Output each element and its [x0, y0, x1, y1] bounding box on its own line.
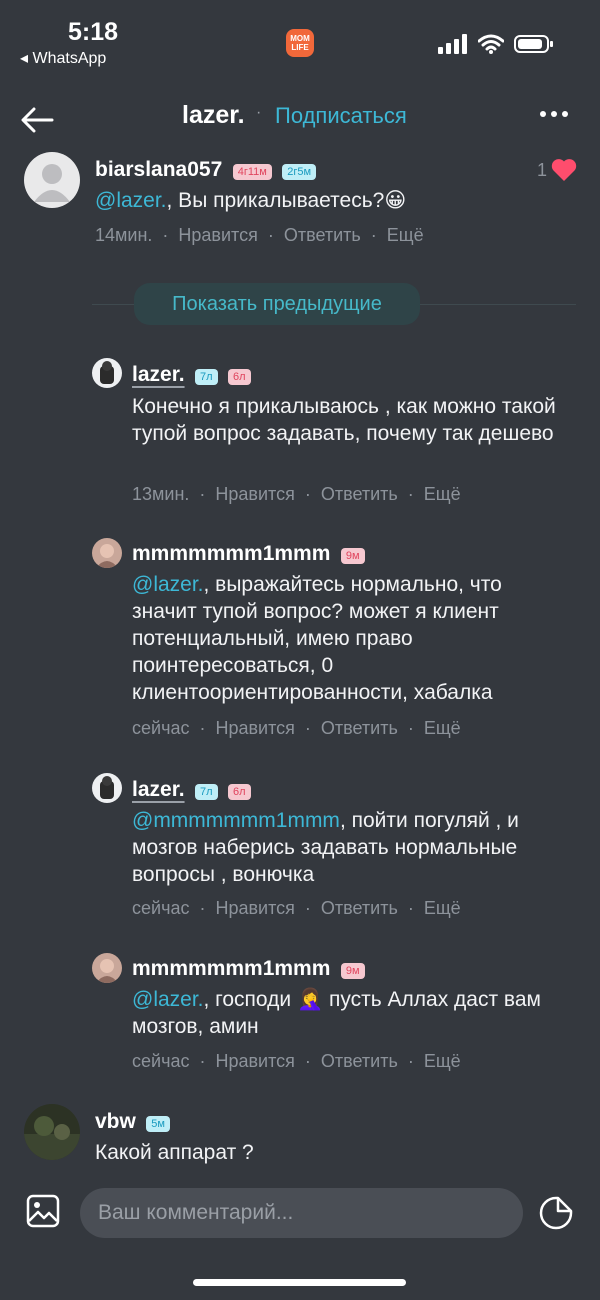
- timestamp: 14мин.: [95, 225, 153, 245]
- avatar[interactable]: [92, 773, 122, 803]
- reply-button[interactable]: Ответить: [284, 225, 361, 245]
- avatar[interactable]: [24, 1104, 80, 1160]
- photo-icon[interactable]: [26, 1194, 60, 1228]
- child-age-badge: 6л: [228, 783, 251, 800]
- child-age-badge: 9м: [340, 547, 365, 564]
- child-age-badge: 7л: [195, 368, 218, 385]
- comment-text: Конечно я прикалываюсь , как можно такой…: [132, 395, 556, 445]
- signal-icon: [438, 34, 467, 54]
- comment-actions: сейчас · Нравится · Ответить · Ещё: [132, 898, 461, 918]
- comment-header: mmmmmmm1mmm 9м: [132, 542, 365, 566]
- comment-input[interactable]: Ваш комментарий...: [80, 1188, 523, 1238]
- page-title: lazer.: [182, 101, 245, 129]
- header-separator: ·: [256, 104, 262, 121]
- like-count: 1: [537, 160, 548, 180]
- back-arrow-icon[interactable]: [18, 100, 58, 140]
- child-age-badge: 6л: [228, 368, 251, 385]
- mention-link[interactable]: @lazer.: [132, 988, 204, 1011]
- child-age-badge: 9м: [340, 962, 365, 979]
- comment-text: Какой аппарат ?: [95, 1141, 254, 1164]
- mention-link[interactable]: @lazer.: [132, 573, 204, 596]
- comment-actions: сейчас · Нравится · Ответить · Ещё: [132, 718, 461, 738]
- child-age-badge: 7л: [195, 783, 218, 800]
- more-options-icon[interactable]: [540, 104, 573, 122]
- avatar[interactable]: [92, 953, 122, 983]
- comment-text: @mmmmmmm1mmm, пойти погуляй , и мозгов н…: [132, 809, 519, 886]
- home-indicator[interactable]: [193, 1279, 406, 1286]
- child-age-badge: 2г5м: [282, 163, 317, 180]
- username[interactable]: mmmmmmm1mmm: [132, 957, 330, 980]
- mention-link[interactable]: @lazer.: [95, 189, 167, 212]
- like-button[interactable]: Нравится: [215, 1051, 294, 1071]
- avatar[interactable]: [92, 358, 122, 388]
- more-button[interactable]: Ещё: [424, 484, 461, 504]
- timestamp: сейчас: [132, 1051, 190, 1071]
- app-badge-icon: MOM LIFE: [286, 29, 314, 57]
- heart-icon[interactable]: [551, 158, 577, 182]
- username[interactable]: lazer.: [132, 778, 185, 801]
- comment-text: @lazer., выражайтесь нормально, что знач…: [132, 573, 502, 704]
- child-age-badge: 4г11м: [232, 163, 272, 180]
- comment-header: mmmmmmm1mmm 9м: [132, 957, 365, 981]
- reply-button[interactable]: Ответить: [321, 1051, 398, 1071]
- battery-icon: [514, 35, 553, 53]
- subscribe-button[interactable]: Подписаться: [275, 103, 407, 129]
- more-button[interactable]: Ещё: [424, 898, 461, 918]
- comment-header: lazer. 7л 6л: [132, 778, 251, 802]
- comment-header: vbw 5м: [95, 1110, 170, 1134]
- username[interactable]: vbw: [95, 1110, 136, 1133]
- username[interactable]: lazer.: [132, 363, 185, 386]
- more-button[interactable]: Ещё: [387, 225, 424, 245]
- timestamp: 13мин.: [132, 484, 190, 504]
- like-button[interactable]: Нравится: [215, 718, 294, 738]
- reply-button[interactable]: Ответить: [321, 484, 398, 504]
- reply-button[interactable]: Ответить: [321, 898, 398, 918]
- timestamp: сейчас: [132, 898, 190, 918]
- status-icons: [438, 34, 554, 54]
- emoji: 😀: [384, 189, 407, 212]
- more-button[interactable]: Ещё: [424, 1051, 461, 1071]
- comment-actions: 13мин. · Нравится · Ответить · Ещё: [132, 484, 461, 504]
- emoji: 🤦‍♀️: [296, 988, 324, 1011]
- mention-link[interactable]: @mmmmmmm1mmm: [132, 809, 340, 832]
- username[interactable]: mmmmmmm1mmm: [132, 542, 330, 565]
- like-button[interactable]: Нравится: [215, 484, 294, 504]
- avatar[interactable]: [24, 152, 80, 208]
- more-button[interactable]: Ещё: [424, 718, 461, 738]
- sticker-icon[interactable]: [538, 1195, 574, 1231]
- like-button[interactable]: Нравится: [178, 225, 257, 245]
- avatar[interactable]: [92, 538, 122, 568]
- show-previous-button[interactable]: Показать предыдущие: [134, 283, 420, 325]
- comment-header: lazer. 7л 6л: [132, 363, 251, 387]
- timestamp: сейчас: [132, 718, 190, 738]
- like-button[interactable]: Нравится: [215, 898, 294, 918]
- child-age-badge: 5м: [146, 1115, 170, 1132]
- wifi-icon: [478, 34, 504, 54]
- status-time: 5:18: [68, 18, 119, 46]
- comment-header: biarslana057 4г11м 2г5м: [95, 158, 317, 182]
- back-to-app-link[interactable]: ◂ WhatsApp: [20, 48, 106, 68]
- comment-text: @lazer., господи 🤦‍♀️ пусть Аллах даст в…: [132, 988, 541, 1038]
- comment-actions: сейчас · Нравится · Ответить · Ещё: [132, 1051, 461, 1071]
- comment-text: @lazer., Вы прикалываетесь?😀: [95, 189, 407, 212]
- comment-actions: 14мин. · Нравится · Ответить · Ещё: [95, 225, 424, 245]
- username[interactable]: biarslana057: [95, 158, 222, 181]
- reply-button[interactable]: Ответить: [321, 718, 398, 738]
